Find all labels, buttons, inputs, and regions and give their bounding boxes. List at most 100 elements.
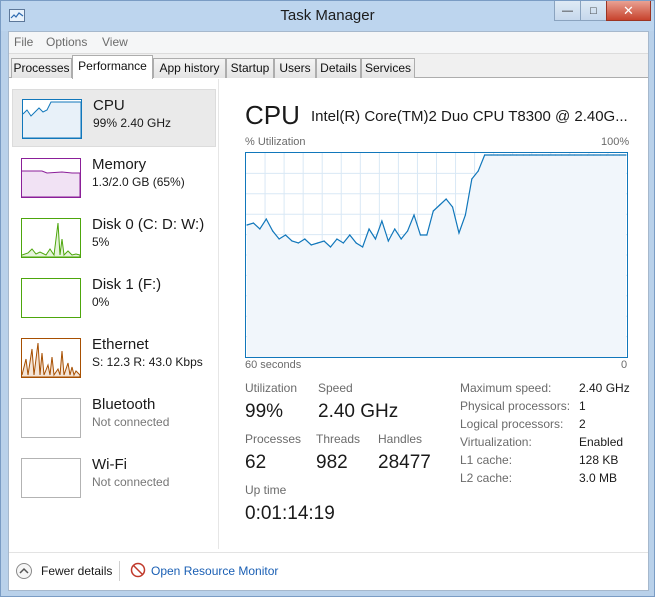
resource-detail: Not connected [92,415,170,429]
utilization-point [618,154,621,156]
resource-item-cpu[interactable]: CPU 99% 2.40 GHz [12,89,216,147]
tab-processes[interactable]: Processes [11,58,72,78]
utilization-point [535,154,537,156]
resource-item-ethernet[interactable]: Ethernet S: 12.3 R: 43.0 Kbps [12,329,216,387]
menu-view[interactable]: View [102,35,128,49]
resource-item-memory[interactable]: Memory 1.3/2.0 GB (65%) [12,149,216,207]
uptime-value: 0:01:14:19 [245,503,335,524]
fewer-details-button[interactable]: Fewer details [41,564,112,578]
utilization-point [593,154,595,156]
utilization-point [477,170,479,172]
close-icon: ✕ [623,2,634,18]
utilization-point [458,232,460,234]
utilization-point [471,178,473,180]
footer-bar: Fewer details Open Resource Monitor [9,552,648,590]
resource-monitor-icon[interactable] [130,562,146,578]
speed-value: 2.40 GHz [318,401,399,422]
disk-0-thumbnail [21,218,81,258]
utilization-point [387,240,389,242]
utilization-point [567,154,569,156]
utilization-point [323,240,325,242]
threads-label: Threads [316,432,361,446]
title-bar[interactable]: Task Manager — □ ✕ [1,1,654,31]
minimize-button[interactable]: — [554,1,581,21]
graph-axis-left-label: 60 seconds [245,359,302,371]
ethernet-thumbnail [21,338,81,378]
tab-users[interactable]: Users [274,58,316,78]
resource-item-disk-0[interactable]: Disk 0 (C: D: W:) 5% [12,209,216,267]
resource-name: Disk 0 (C: D: W:) [92,216,205,233]
resource-detail: 99% 2.40 GHz [93,116,172,130]
threads-value: 982 [316,452,348,473]
utilization-point [574,154,576,156]
utilization-point [284,234,287,236]
utilization-point [406,230,409,232]
tab-startup[interactable]: Startup [226,58,274,78]
menu-file[interactable]: File [14,35,33,49]
utilization-point [484,154,486,156]
utilization-value: 99% [245,401,284,422]
utilization-point [586,154,589,156]
tab-performance[interactable]: Performance [72,55,153,79]
spec-label-l2-cache: L2 cache: [460,471,513,485]
spec-label-l1-cache: L1 cache: [460,453,513,467]
utilization-point [400,238,402,240]
tab-details[interactable]: Details [316,58,361,78]
utilization-point [529,154,531,156]
handles-value: 28477 [378,452,431,473]
utilization-point [297,242,299,244]
spec-label-max-speed: Maximum speed: [460,381,552,395]
utilization-point [561,154,563,156]
handles-label: Handles [378,432,423,446]
utilization-point [342,242,344,244]
tab-services[interactable]: Services [361,58,415,78]
utilization-point [349,234,351,236]
utilization-point [432,210,434,212]
tab-strip: Processes Performance App history Startu… [9,54,648,79]
task-manager-window: Task Manager — □ ✕ File Options View Pro… [0,0,655,597]
open-resource-monitor-link[interactable]: Open Resource Monitor [151,564,278,578]
processes-label: Processes [245,432,302,446]
utilization-point [496,154,499,156]
resource-detail: S: 12.3 R: 43.0 Kbps [92,355,203,369]
maximize-button[interactable]: □ [580,1,607,21]
utilization-point [278,238,280,240]
spec-label-logical-processors: Logical processors: [460,417,564,431]
resource-detail: 1.3/2.0 GB (65%) [92,175,185,189]
utilization-point [394,228,396,230]
resource-name: CPU [93,97,125,114]
utilization-point [259,228,261,230]
close-button[interactable]: ✕ [606,1,651,21]
chevron-up-icon[interactable] [16,563,32,579]
utilization-point [548,154,550,156]
resource-name: Disk 1 (F:) [92,276,162,293]
utilization-point [445,198,447,200]
resource-detail: 5% [92,235,110,249]
graph-axis-right-label: 0 [621,359,628,371]
utilization-point [310,244,312,246]
spec-value-physical-processors: 1 [579,399,586,413]
menu-options[interactable]: Options [46,35,87,49]
utilization-point [374,238,377,240]
bluetooth-thumbnail [21,398,81,438]
utilization-point [612,154,614,156]
resource-item-bluetooth[interactable]: Bluetooth Not connected [12,389,216,447]
utilization-point [522,154,524,156]
uptime-label: Up time [245,483,287,497]
utilization-point [368,228,370,230]
cpu-utilization-chart [246,153,627,357]
resource-detail: 0% [92,295,110,309]
spec-value-virtualization: Enabled [579,435,624,449]
resource-name: Bluetooth [92,396,156,413]
cpu-thumbnail [22,99,82,139]
wifi-thumbnail [21,458,81,498]
utilization-point [541,154,544,156]
resource-list: CPU 99% 2.40 GHz Memory 1.3/2.0 GB (65%)… [9,79,219,549]
utilization-point [451,206,454,208]
resource-item-wifi[interactable]: Wi-Fi Not connected [12,449,216,507]
resource-item-disk-1[interactable]: Disk 1 (F:) 0% [12,269,216,327]
menu-bar: File Options View [9,32,648,54]
maximize-icon: □ [590,4,597,17]
utilization-point [336,238,338,240]
tab-app-history[interactable]: App history [153,58,226,78]
